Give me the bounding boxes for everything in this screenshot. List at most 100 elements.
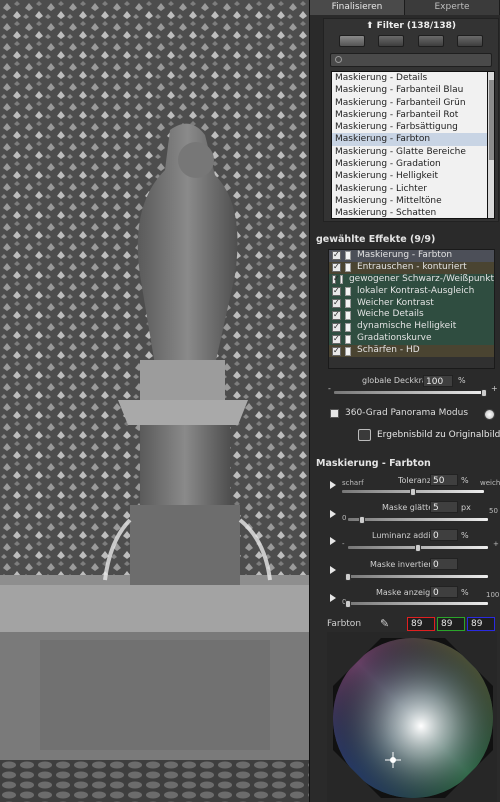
effect-list-item[interactable]: Gradationskurve xyxy=(329,333,494,346)
filter-list-item[interactable]: Maskierung - Lichter xyxy=(332,183,488,195)
compare-icon xyxy=(358,429,371,441)
effect-checkbox[interactable] xyxy=(332,297,341,309)
effect-checkbox[interactable] xyxy=(332,345,341,356)
opacity-field[interactable]: 100 xyxy=(423,375,453,387)
photo-canvas[interactable] xyxy=(0,0,309,802)
smooth-field[interactable]: 5 xyxy=(430,501,458,513)
play-icon[interactable] xyxy=(330,566,336,574)
opacity-slider[interactable] xyxy=(334,391,484,394)
view-mode-buttons xyxy=(324,33,498,51)
filter-list-item[interactable]: Maskierung - Glatte Bereiche xyxy=(332,146,488,158)
tab-finalize[interactable]: Finalisieren xyxy=(310,0,405,15)
filter-list: Maskierung - Details Maskierung - Farbant… xyxy=(331,71,489,219)
tolerance-field[interactable]: 50 xyxy=(430,474,458,486)
invert-slider[interactable] xyxy=(348,575,488,578)
filter-list-item[interactable]: Maskierung - Farbanteil Grün xyxy=(332,97,488,109)
filter-list-item[interactable]: Maskierung - Farbsättigung xyxy=(332,121,488,133)
scrollbar-thumb[interactable] xyxy=(489,80,494,160)
mode-tabs: Finalisieren Experte xyxy=(310,0,500,15)
invert-field[interactable]: 0 xyxy=(430,558,458,570)
up-arrow-icon[interactable]: ⬆ xyxy=(366,21,374,31)
tolerance-right-label: weich xyxy=(480,479,500,487)
luminance-field[interactable]: 0 xyxy=(430,529,458,541)
color-wheel[interactable] xyxy=(333,638,493,798)
color-wheel-container xyxy=(327,632,497,802)
effect-checkbox[interactable] xyxy=(332,273,339,285)
effect-checkbox[interactable] xyxy=(332,261,341,273)
tolerance-left-label: scharf xyxy=(342,479,364,487)
filter-list-item[interactable]: Maskierung - Farbanteil Blau xyxy=(332,84,488,96)
filter-list-item[interactable]: Maskierung - Mitteltöne xyxy=(332,195,488,207)
effect-label: Schärfen - HD xyxy=(357,345,420,356)
luminance-slider-knob[interactable] xyxy=(415,544,421,552)
effect-list-item[interactable]: dynamische Helligkeit xyxy=(329,321,494,334)
luminance-min: - xyxy=(342,540,345,548)
blue-value[interactable]: 89 xyxy=(467,617,495,631)
luminance-max: + xyxy=(493,540,499,548)
effects-title: gewählte Effekte (9/9) xyxy=(316,234,436,245)
play-icon[interactable] xyxy=(330,510,336,518)
effects-list: Maskierung - FarbtonEntrauschen - kontur… xyxy=(328,249,495,369)
filter-list-item[interactable]: Maskierung - Helligkeit xyxy=(332,170,488,182)
effect-checkbox[interactable] xyxy=(332,285,341,297)
effect-label: dynamische Helligkeit xyxy=(357,321,457,332)
effect-list-item[interactable]: Weicher Kontrast xyxy=(329,297,494,310)
smooth-min: 0 xyxy=(342,514,347,522)
tolerance-label: Toleranz xyxy=(398,476,432,485)
hue-picker-row: Farbton ✎ 89 89 89 xyxy=(310,617,500,631)
compare-button[interactable]: Ergebnisbild zu Originalbild xyxy=(358,429,500,441)
effect-checkbox[interactable] xyxy=(332,249,341,261)
compare-label: Ergebnisbild zu Originalbild xyxy=(377,430,500,440)
effect-list-item[interactable]: Maskierung - Farbton xyxy=(329,249,494,262)
view-thumb-button[interactable] xyxy=(457,35,484,47)
filter-list-scrollbar[interactable] xyxy=(487,71,495,219)
effect-label: gewogener Schwarz-/Weißpunkt xyxy=(348,273,494,284)
hue-label: Farbton xyxy=(327,619,362,629)
play-icon[interactable] xyxy=(330,594,336,602)
play-icon[interactable] xyxy=(330,481,336,489)
show-slider-knob[interactable] xyxy=(345,600,351,608)
effect-list-item[interactable]: Entrauschen - konturiert xyxy=(329,261,494,274)
view-compact-button[interactable] xyxy=(378,35,405,47)
smooth-slider[interactable] xyxy=(348,518,488,521)
panorama-option-icon[interactable] xyxy=(484,409,495,420)
show-field[interactable]: 0 xyxy=(430,586,458,598)
filter-search-input[interactable] xyxy=(330,53,492,67)
effect-page-icon xyxy=(339,275,343,285)
effect-list-item[interactable]: gewogener Schwarz-/Weißpunkt xyxy=(329,273,494,286)
show-slider[interactable] xyxy=(348,602,488,605)
red-value[interactable]: 89 xyxy=(407,617,435,631)
opacity-slider-knob[interactable] xyxy=(481,389,487,397)
green-value[interactable]: 89 xyxy=(437,617,465,631)
panorama-checkbox[interactable] xyxy=(330,408,339,418)
effect-checkbox[interactable] xyxy=(332,321,341,333)
settings-panel: Finalisieren Experte ⬆ Filter (138/138) … xyxy=(309,0,500,802)
effect-checkbox[interactable] xyxy=(332,309,341,321)
effect-page-icon xyxy=(345,310,351,320)
effect-list-item[interactable]: Schärfen - HD xyxy=(329,345,494,358)
invert-slider-knob[interactable] xyxy=(345,573,351,581)
effect-page-icon xyxy=(345,322,351,332)
effect-page-icon xyxy=(345,251,351,261)
filter-panel: ⬆ Filter (138/138) Maskierung - Details M… xyxy=(323,18,499,222)
smooth-slider-knob[interactable] xyxy=(359,516,365,524)
effect-label: Maskierung - Farbton xyxy=(357,250,453,260)
view-grid-button[interactable] xyxy=(417,35,444,47)
view-list-button[interactable] xyxy=(338,35,365,47)
effect-checkbox[interactable] xyxy=(332,333,341,345)
masking-title: Maskierung - Farbton xyxy=(316,458,431,469)
play-icon[interactable] xyxy=(330,537,336,545)
filter-list-item[interactable]: Maskierung - Farbanteil Rot xyxy=(332,109,488,121)
effect-list-item[interactable]: lokaler Kontrast-Ausgleich xyxy=(329,285,494,298)
filter-list-item[interactable]: Maskierung - Schatten xyxy=(332,207,488,218)
tolerance-slider-knob[interactable] xyxy=(410,488,416,496)
eyedropper-icon[interactable]: ✎ xyxy=(380,617,389,630)
effect-list-item[interactable]: Weiche Details xyxy=(329,309,494,322)
tab-expert[interactable]: Experte xyxy=(405,0,500,15)
luminance-unit: % xyxy=(461,531,469,540)
filter-list-item[interactable]: Maskierung - Farbton xyxy=(332,133,488,146)
panorama-toggle[interactable]: 360-Grad Panorama Modus xyxy=(330,408,468,418)
filter-list-item[interactable]: Maskierung - Gradation xyxy=(332,158,488,170)
search-icon xyxy=(335,56,342,63)
filter-list-item[interactable]: Maskierung - Details xyxy=(332,72,488,84)
